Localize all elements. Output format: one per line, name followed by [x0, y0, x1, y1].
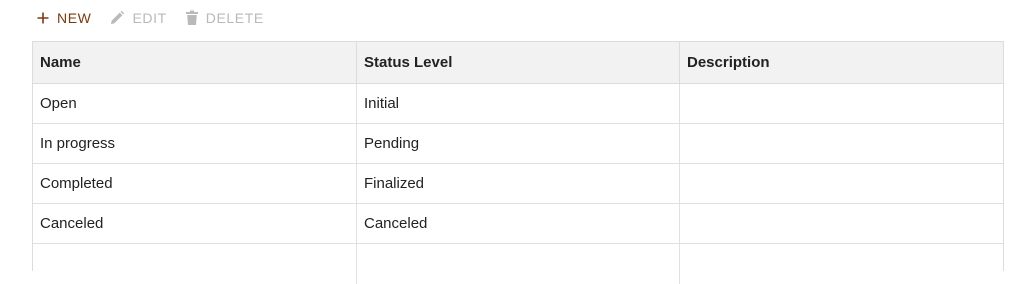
new-button-label: NEW — [57, 10, 92, 26]
cell-status-level[interactable]: Pending — [357, 124, 680, 163]
toolbar: NEW EDIT DELETE — [36, 6, 264, 30]
column-header-name[interactable]: Name — [33, 42, 357, 83]
cell-status-level[interactable]: Initial — [357, 84, 680, 123]
table-row[interactable]: Canceled Canceled — [33, 204, 1003, 244]
empty-cell — [357, 244, 680, 284]
trash-icon — [185, 10, 199, 26]
cell-description[interactable] — [680, 204, 1003, 243]
status-table: Name Status Level Description Open Initi… — [32, 41, 1004, 284]
empty-cell — [33, 244, 357, 284]
table-row[interactable]: Completed Finalized — [33, 164, 1003, 204]
column-header-description[interactable]: Description — [680, 42, 1003, 83]
table-row[interactable]: In progress Pending — [33, 124, 1003, 164]
cell-description[interactable] — [680, 124, 1003, 163]
table-empty-area — [33, 244, 1003, 284]
column-header-status-level[interactable]: Status Level — [357, 42, 680, 83]
cell-name[interactable]: Completed — [33, 164, 357, 203]
cell-name[interactable]: Open — [33, 84, 357, 123]
pencil-icon — [109, 10, 125, 26]
table-row[interactable]: Open Initial — [33, 84, 1003, 124]
edit-button-label: EDIT — [132, 10, 167, 26]
cell-description[interactable] — [680, 164, 1003, 203]
edit-button[interactable]: EDIT — [109, 10, 166, 26]
cell-description[interactable] — [680, 84, 1003, 123]
new-button[interactable]: NEW — [36, 10, 91, 26]
cell-name[interactable]: In progress — [33, 124, 357, 163]
plus-icon — [36, 11, 50, 25]
delete-button[interactable]: DELETE — [185, 10, 264, 26]
empty-cell — [680, 244, 1003, 284]
delete-button-label: DELETE — [205, 10, 264, 26]
cell-status-level[interactable]: Canceled — [357, 204, 680, 243]
table-header-row: Name Status Level Description — [33, 42, 1003, 84]
cell-status-level[interactable]: Finalized — [357, 164, 680, 203]
cell-name[interactable]: Canceled — [33, 204, 357, 243]
